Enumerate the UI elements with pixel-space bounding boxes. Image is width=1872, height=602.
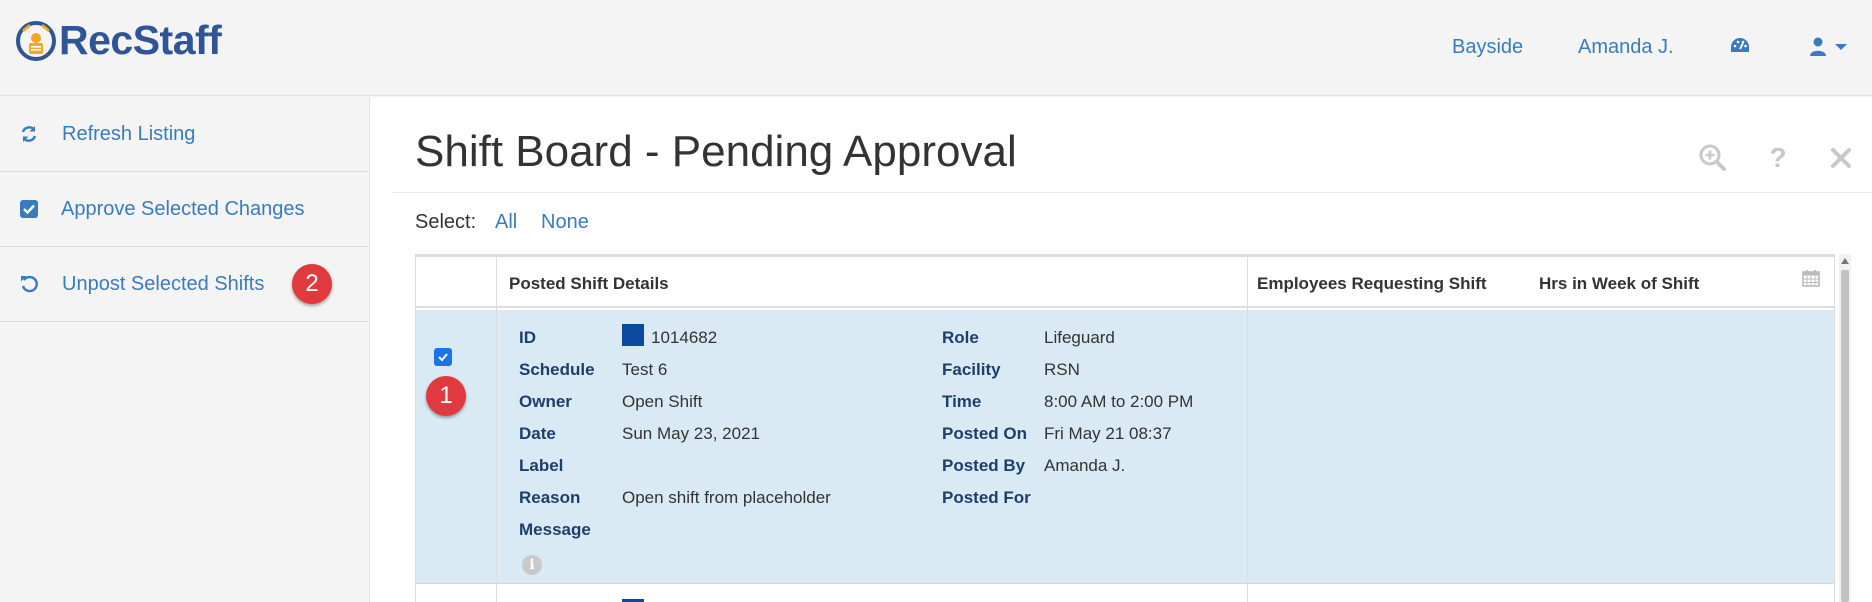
table-row[interactable] [416,585,1834,602]
shift-table: Posted Shift Details Employees Requestin… [415,254,1835,602]
sidebar-item-refresh[interactable]: Refresh Listing [0,97,368,172]
detail-value: 8:00 AM to 2:00 PM [1044,392,1194,411]
logo-icon [16,21,56,61]
refresh-icon [18,123,40,145]
dashboard-icon[interactable] [1729,36,1755,58]
detail-value: Amanda J. [1044,456,1126,475]
detail-label: Date [519,424,556,443]
detail-value: RSN [1044,360,1080,379]
detail-label: Owner [519,392,572,411]
detail-value: Open Shift [622,392,703,411]
select-controls: Select: All None [415,211,589,234]
select-all-link[interactable]: All [495,211,517,234]
detail-label: Posted For [942,488,1031,507]
detail-value: Sun May 23, 2021 [622,424,760,443]
sidebar-item-approve[interactable]: Approve Selected Changes [0,172,368,247]
table-row[interactable]: 1 ID 1014682 Schedule Test 6 Owner Open … [416,310,1834,584]
sidebar-item-label: Approve Selected Changes [61,197,305,220]
detail-value: Test 6 [622,360,668,379]
detail-label: Posted On [942,424,1028,443]
detail-label: Message [519,520,591,539]
page-title: Shift Board - Pending Approval [415,127,1017,176]
sidebar: Refresh Listing Approve Selected Changes… [0,97,368,602]
header-posted-shift-details: Posted Shift Details [509,274,669,293]
detail-label: Reason [519,488,581,507]
column-divider [496,257,497,602]
calendar-icon[interactable] [1802,269,1820,292]
info-icon[interactable]: i [522,555,542,575]
sidebar-item-label: Unpost Selected Shifts [62,272,265,295]
recstaff-logo[interactable]: RecStaff [14,17,222,63]
undo-icon [18,273,40,295]
check-square-icon [18,198,40,220]
table-header: Posted Shift Details Employees Requestin… [416,257,1834,308]
scroll-thumb[interactable] [1841,270,1849,602]
top-header: RecStaff Bayside Amanda J. [0,0,1872,96]
zoom-in-icon[interactable] [1698,143,1728,173]
main-panel: Shift Board - Pending Approval ? Select:… [369,97,1872,602]
user-icon [1810,37,1826,56]
nav-location-link[interactable]: Bayside [1452,36,1523,59]
account-menu[interactable] [1810,36,1854,58]
header-employees-requesting: Employees Requesting Shift [1257,274,1487,293]
header-hrs-in-week: Hrs in Week of Shift [1539,274,1700,293]
sidebar-item-label: Refresh Listing [62,122,196,145]
select-label: Select: [415,211,477,233]
caret-down-icon [1835,44,1847,50]
detail-label: Time [942,392,982,411]
step-badge: 2 [292,264,332,304]
select-none-link[interactable]: None [541,211,589,234]
detail-value: Lifeguard [1044,328,1115,347]
detail-label: Facility [942,360,1001,379]
logo-text: RecStaff [59,17,222,63]
detail-value: 1014682 [651,328,718,347]
help-icon[interactable]: ? [1763,142,1793,173]
row-checkbox[interactable] [434,348,452,366]
detail-value: Fri May 21 08:37 [1044,424,1172,443]
detail-value: Open shift from placeholder [622,488,831,507]
divider [392,192,1872,193]
close-icon[interactable] [1826,143,1856,173]
detail-label: Posted By [942,456,1026,475]
schedule-color-swatch [622,324,644,346]
detail-label: Label [519,456,564,475]
step-badge: 1 [426,376,466,416]
detail-label: Role [942,328,979,347]
detail-label: Schedule [519,360,595,379]
nav-user-link[interactable]: Amanda J. [1578,36,1674,59]
table-scrollbar[interactable] [1839,254,1851,602]
sidebar-item-unpost[interactable]: Unpost Selected Shifts 2 [0,247,368,322]
detail-label: ID [519,328,536,347]
column-divider [1247,257,1248,602]
